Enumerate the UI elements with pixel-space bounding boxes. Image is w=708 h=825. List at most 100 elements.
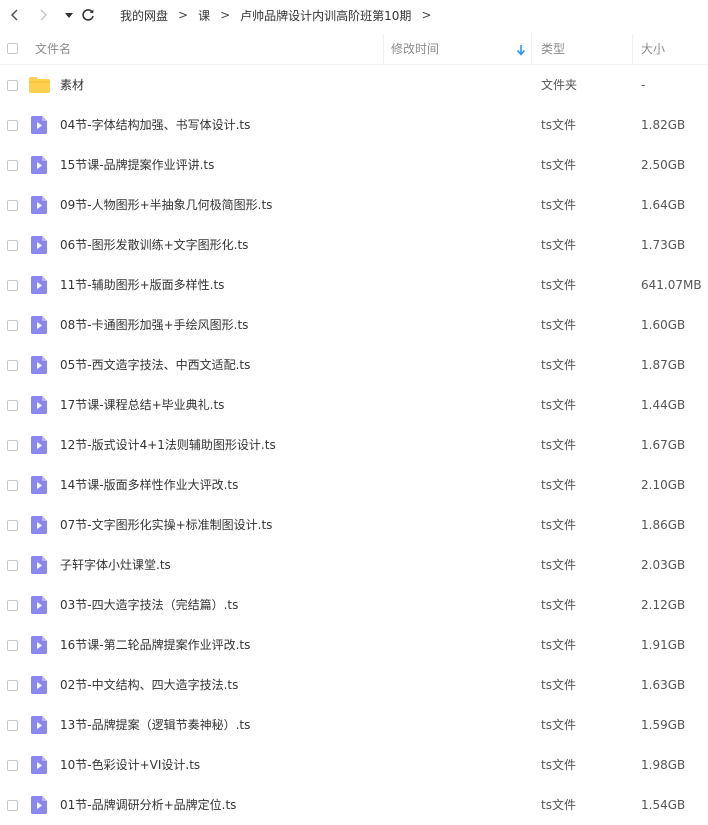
file-row[interactable]: 12节-版式设计4+1法则辅助图形设计.ts ts文件 1.67GB	[0, 425, 708, 465]
file-list-header: 文件名 修改时间 类型 大小	[0, 34, 708, 65]
file-type: ts文件	[541, 158, 576, 172]
row-checkbox[interactable]	[7, 360, 18, 371]
file-name[interactable]: 05节-西文造字技法、中西文适配.ts	[60, 345, 250, 385]
file-size: 1.87GB	[641, 358, 686, 372]
file-size: -	[641, 78, 646, 92]
file-row[interactable]: 14节课-版面多样性作业大评改.ts ts文件 2.10GB	[0, 465, 708, 505]
row-checkbox[interactable]	[7, 80, 18, 91]
file-name[interactable]: 07节-文字图形化实操+标准制图设计.ts	[60, 505, 272, 545]
file-name[interactable]: 02节-中文结构、四大造字技法.ts	[60, 665, 238, 705]
row-checkbox[interactable]	[7, 200, 18, 211]
file-name[interactable]: 16节课-第二轮品牌提案作业评改.ts	[60, 625, 250, 665]
file-name[interactable]: 06节-图形发散训练+文字图形化.ts	[60, 225, 248, 265]
file-row[interactable]: 15节课-品牌提案作业评讲.ts ts文件 2.50GB	[0, 145, 708, 185]
row-checkbox[interactable]	[7, 520, 18, 531]
row-checkbox[interactable]	[7, 400, 18, 411]
file-name[interactable]: 04节-字体结构加强、书写体设计.ts	[60, 105, 250, 145]
file-row[interactable]: 05节-西文造字技法、中西文适配.ts ts文件 1.87GB	[0, 345, 708, 385]
column-header-name[interactable]: 文件名	[35, 34, 71, 64]
video-file-icon	[31, 116, 47, 134]
file-name[interactable]: 13节-品牌提案（逻辑节奏神秘）.ts	[60, 705, 250, 745]
row-checkbox[interactable]	[7, 320, 18, 331]
caret-down-icon[interactable]	[61, 7, 77, 23]
file-size: 1.91GB	[641, 638, 686, 652]
file-row[interactable]: 07节-文字图形化实操+标准制图设计.ts ts文件 1.86GB	[0, 505, 708, 545]
file-type: ts文件	[541, 278, 576, 292]
row-checkbox[interactable]	[7, 480, 18, 491]
file-row[interactable]: 04节-字体结构加强、书写体设计.ts ts文件 1.82GB	[0, 105, 708, 145]
row-checkbox[interactable]	[7, 160, 18, 171]
row-checkbox[interactable]	[7, 560, 18, 571]
column-header-size[interactable]: 大小	[641, 34, 665, 64]
file-size: 1.98GB	[641, 758, 686, 772]
file-size: 1.63GB	[641, 678, 686, 692]
row-checkbox[interactable]	[7, 240, 18, 251]
file-name[interactable]: 11节-辅助图形+版面多样性.ts	[60, 265, 224, 305]
column-divider	[531, 34, 532, 64]
column-header-type[interactable]: 类型	[541, 34, 565, 64]
file-name[interactable]: 14节课-版面多样性作业大评改.ts	[60, 465, 238, 505]
video-file-icon	[31, 676, 47, 694]
file-size: 2.12GB	[641, 598, 686, 612]
chevron-right-icon[interactable]	[35, 7, 51, 23]
file-row[interactable]: 子轩字体小灶课堂.ts ts文件 2.03GB	[0, 545, 708, 585]
file-name[interactable]: 08节-卡通图形加强+手绘风图形.ts	[60, 305, 248, 345]
file-name[interactable]: 03节-四大造字技法（完结篇）.ts	[60, 585, 238, 625]
file-row[interactable]: 10节-色彩设计+VI设计.ts ts文件 1.98GB	[0, 745, 708, 785]
file-name[interactable]: 子轩字体小灶课堂.ts	[60, 545, 171, 585]
row-checkbox[interactable]	[7, 120, 18, 131]
column-divider	[383, 34, 384, 64]
file-name[interactable]: 17节课-课程总结+毕业典礼.ts	[60, 385, 224, 425]
file-size: 1.59GB	[641, 718, 686, 732]
row-checkbox[interactable]	[7, 640, 18, 651]
file-row[interactable]: 08节-卡通图形加强+手绘风图形.ts ts文件 1.60GB	[0, 305, 708, 345]
column-header-modified[interactable]: 修改时间	[391, 34, 439, 64]
row-checkbox[interactable]	[7, 760, 18, 771]
file-size: 2.03GB	[641, 558, 686, 572]
video-file-icon	[31, 436, 47, 454]
row-checkbox[interactable]	[7, 440, 18, 451]
file-name[interactable]: 12节-版式设计4+1法则辅助图形设计.ts	[60, 425, 276, 465]
file-row[interactable]: 01节-品牌调研分析+品牌定位.ts ts文件 1.54GB	[0, 785, 708, 825]
file-size: 1.67GB	[641, 438, 686, 452]
file-type: ts文件	[541, 598, 576, 612]
row-checkbox[interactable]	[7, 800, 18, 811]
row-checkbox[interactable]	[7, 600, 18, 611]
row-checkbox[interactable]	[7, 720, 18, 731]
breadcrumb-item-course[interactable]: 课	[198, 7, 210, 24]
video-file-icon	[31, 316, 47, 334]
file-name[interactable]: 10节-色彩设计+VI设计.ts	[60, 745, 200, 785]
file-name[interactable]: 素材	[60, 65, 84, 105]
select-all-checkbox[interactable]	[7, 43, 18, 54]
file-row[interactable]: 16节课-第二轮品牌提案作业评改.ts ts文件 1.91GB	[0, 625, 708, 665]
video-file-icon	[31, 396, 47, 414]
refresh-icon[interactable]	[80, 7, 96, 23]
file-row[interactable]: 11节-辅助图形+版面多样性.ts ts文件 641.07MB	[0, 265, 708, 305]
file-row[interactable]: 02节-中文结构、四大造字技法.ts ts文件 1.63GB	[0, 665, 708, 705]
file-row[interactable]: 素材 文件夹 -	[0, 65, 708, 105]
file-row[interactable]: 03节-四大造字技法（完结篇）.ts ts文件 2.12GB	[0, 585, 708, 625]
breadcrumb-item-root[interactable]: 我的网盘	[120, 7, 168, 24]
file-size: 2.50GB	[641, 158, 686, 172]
breadcrumb-item-current[interactable]: 卢帅品牌设计内训高阶班第10期	[240, 7, 411, 24]
file-row[interactable]: 06节-图形发散训练+文字图形化.ts ts文件 1.73GB	[0, 225, 708, 265]
file-type: ts文件	[541, 558, 576, 572]
file-row[interactable]: 17节课-课程总结+毕业典礼.ts ts文件 1.44GB	[0, 385, 708, 425]
file-name[interactable]: 09节-人物图形+半抽象几何极简图形.ts	[60, 185, 272, 225]
file-row[interactable]: 13节-品牌提案（逻辑节奏神秘）.ts ts文件 1.59GB	[0, 705, 708, 745]
file-name[interactable]: 01节-品牌调研分析+品牌定位.ts	[60, 785, 236, 825]
row-checkbox[interactable]	[7, 280, 18, 291]
file-size: 1.60GB	[641, 318, 686, 332]
sort-down-arrow-icon[interactable]	[516, 44, 526, 56]
file-type: ts文件	[541, 358, 576, 372]
file-type: ts文件	[541, 638, 576, 652]
file-type: ts文件	[541, 798, 576, 812]
chevron-left-icon[interactable]	[7, 7, 23, 23]
file-type: ts文件	[541, 118, 576, 132]
file-name[interactable]: 15节课-品牌提案作业评讲.ts	[60, 145, 214, 185]
file-type: ts文件	[541, 758, 576, 772]
video-file-icon	[31, 756, 47, 774]
video-file-icon	[31, 596, 47, 614]
row-checkbox[interactable]	[7, 680, 18, 691]
file-row[interactable]: 09节-人物图形+半抽象几何极简图形.ts ts文件 1.64GB	[0, 185, 708, 225]
